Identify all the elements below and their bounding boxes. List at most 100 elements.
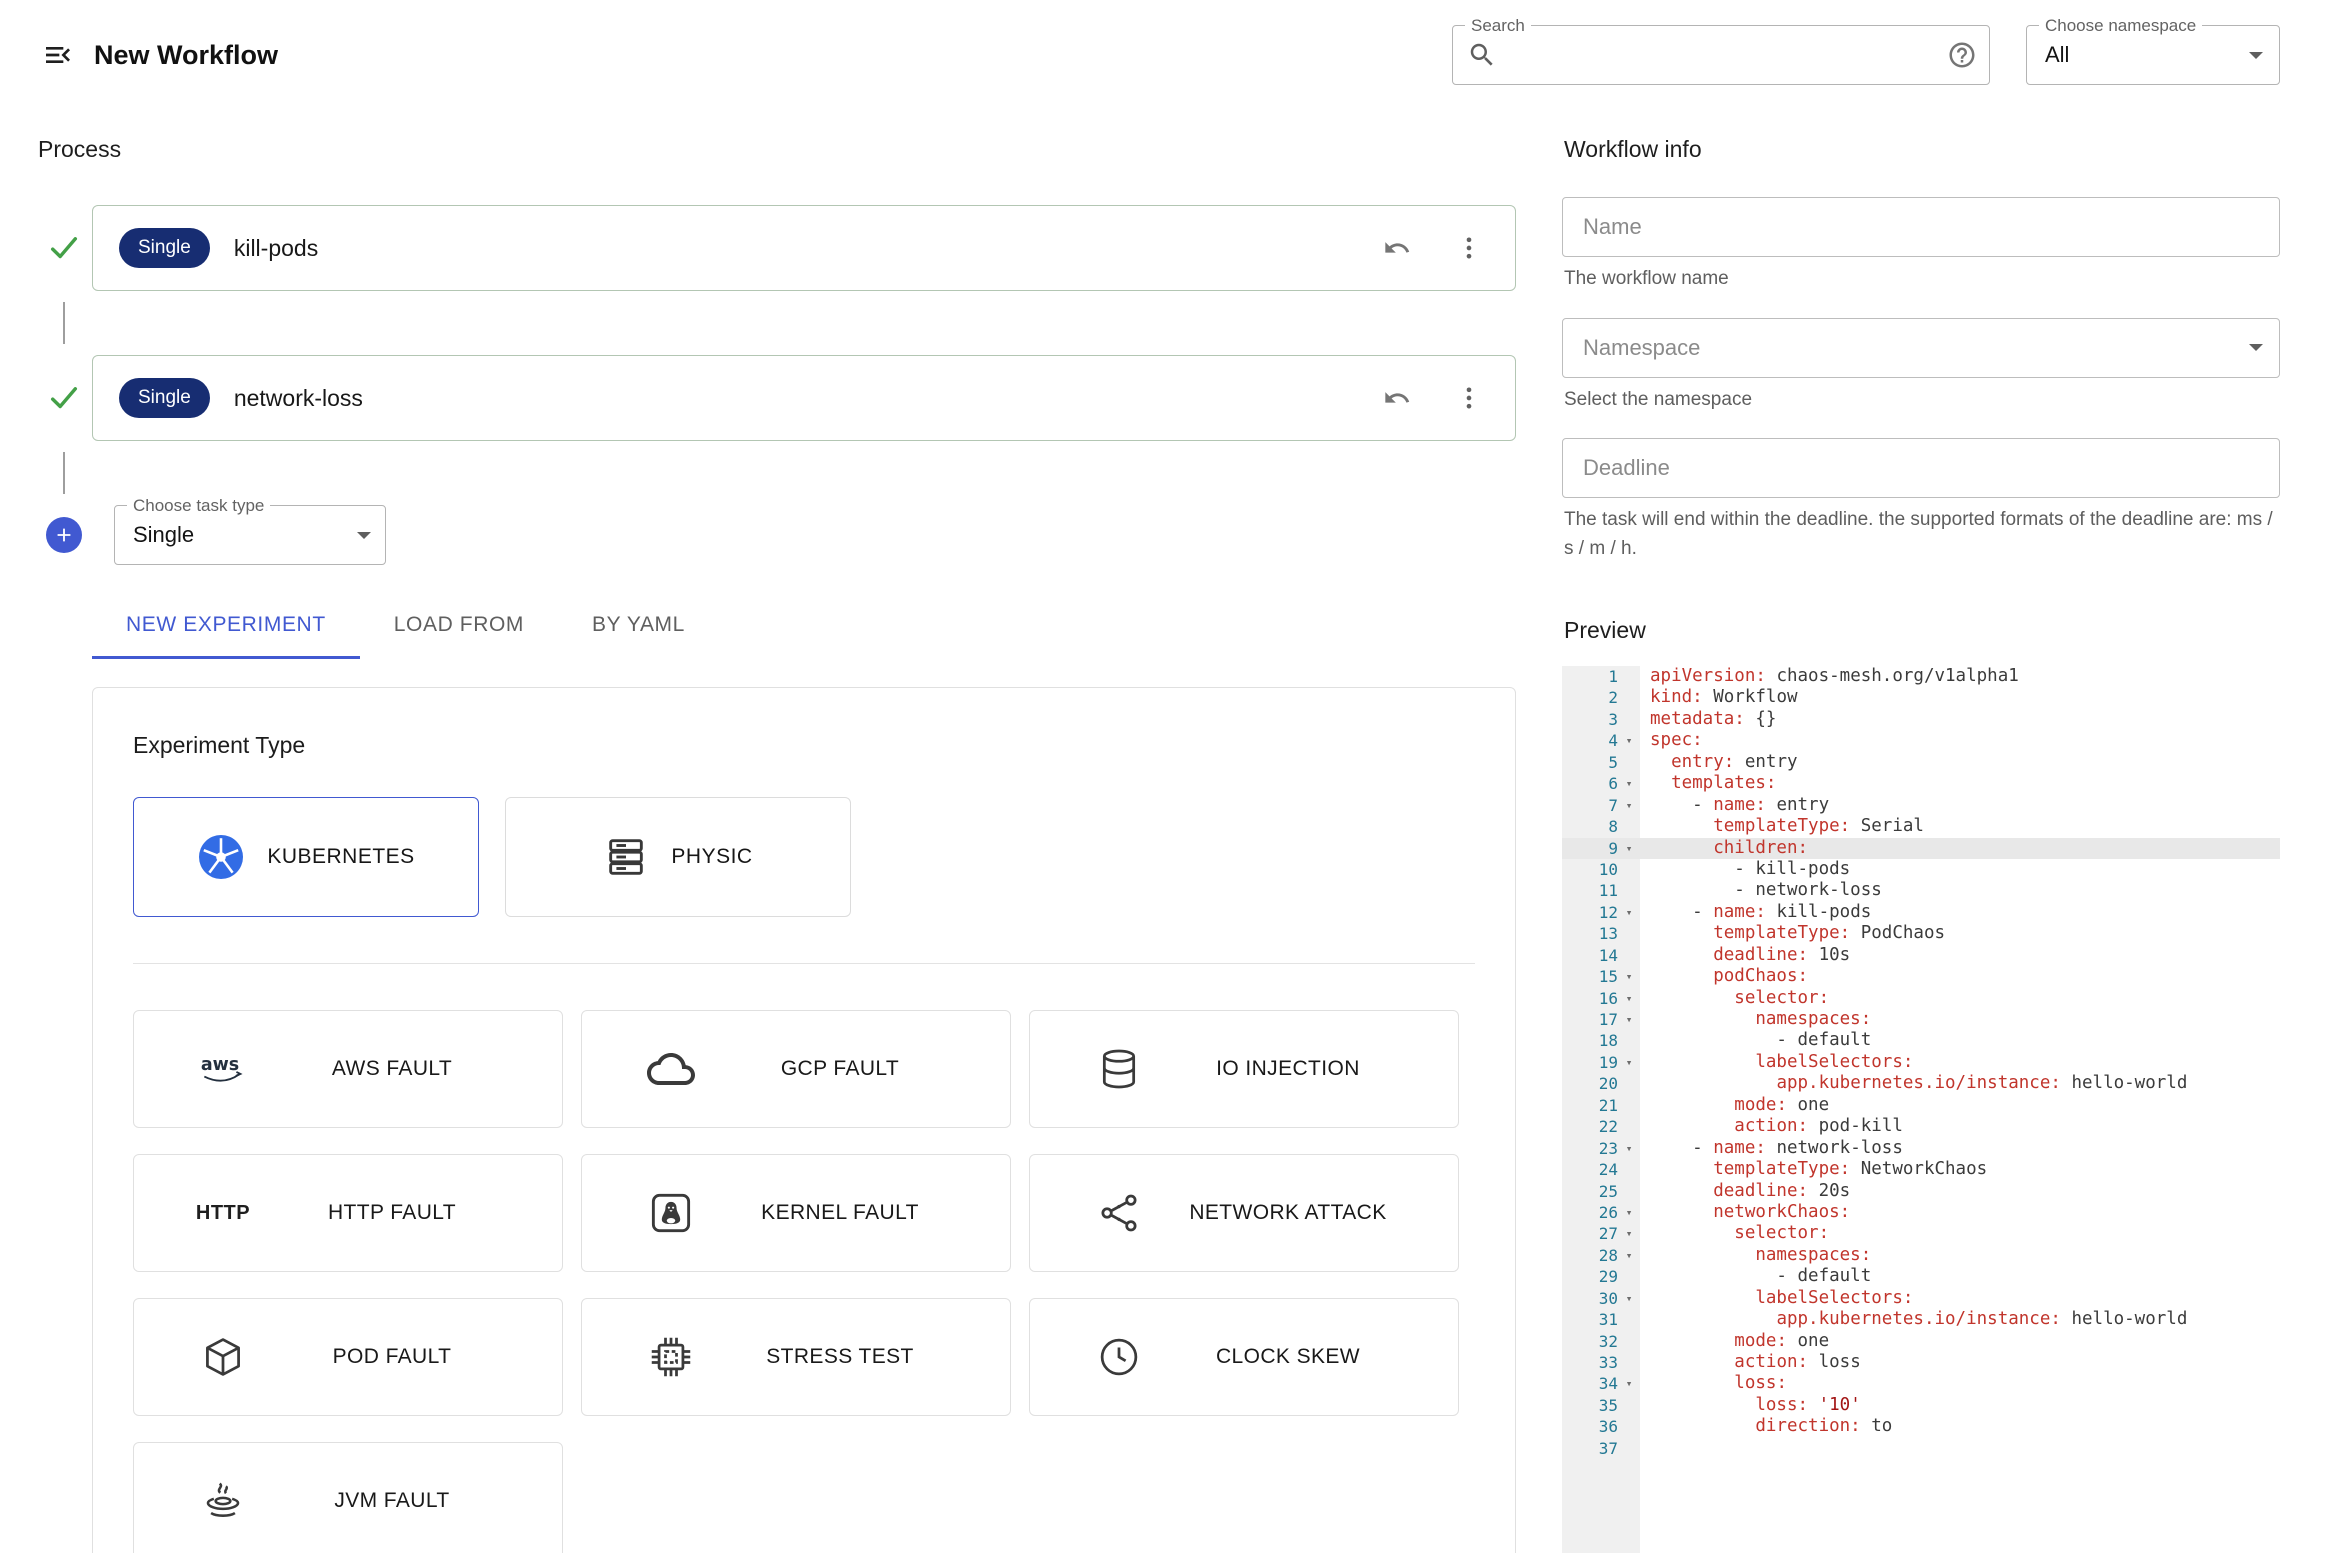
line-number: 1 (1562, 666, 1618, 687)
fold-arrow-icon[interactable]: ▾ (1618, 988, 1640, 1009)
code-line: 2kind: Workflow (1562, 687, 2280, 708)
tab-new-experiment[interactable]: NEW EXPERIMENT (92, 593, 360, 659)
code-line: 11 - network-loss (1562, 880, 2280, 901)
fold-arrow-icon[interactable]: ▾ (1618, 795, 1640, 816)
add-task-button[interactable] (46, 517, 82, 553)
experiment-type-kernel-fault[interactable]: KERNEL FAULT (581, 1154, 1011, 1272)
line-number: 12 (1562, 902, 1618, 923)
search-input[interactable] (1507, 30, 1947, 80)
code-line: 14 deadline: 10s (1562, 945, 2280, 966)
fold-arrow-icon[interactable]: ▾ (1618, 1373, 1640, 1394)
chevron-down-icon (2249, 52, 2263, 59)
experiment-type-label: AWS FAULT (256, 1057, 528, 1081)
undo-task-button[interactable] (1373, 224, 1421, 272)
deadline-field[interactable]: Deadline (1562, 438, 2280, 498)
aws-icon: aws (195, 1051, 251, 1087)
fold-arrow-icon (1618, 923, 1640, 944)
line-number: 15 (1562, 966, 1618, 987)
task-menu-button[interactable] (1445, 224, 1493, 272)
code-line: 23▾ - name: network-loss (1562, 1138, 2280, 1159)
code-line: 10 - kill-pods (1562, 859, 2280, 880)
experiment-type-aws-fault[interactable]: awsAWS FAULT (133, 1010, 563, 1128)
field-helper-text: Select the namespace (1564, 386, 2278, 415)
fold-arrow-icon[interactable]: ▾ (1618, 1009, 1640, 1030)
code-line: 5 entry: entry (1562, 752, 2280, 773)
clock-icon (1097, 1335, 1141, 1379)
workflow-fields: NameThe workflow name Namespace Select the… (1562, 197, 2280, 587)
line-number: 23 (1562, 1138, 1618, 1159)
task-name: network-loss (234, 385, 363, 412)
page-title: New Workflow (94, 40, 278, 71)
yaml-preview-editor[interactable]: 1apiVersion: chaos-mesh.org/v1alpha12kin… (1562, 666, 2280, 1553)
code-line: 36 direction: to (1562, 1416, 2280, 1437)
divider (133, 963, 1475, 964)
namespace-field[interactable]: Namespace (1562, 318, 2280, 378)
code-line: 26▾ networkChaos: (1562, 1202, 2280, 1223)
task-connector (36, 291, 1516, 355)
code-line: 29 - default (1562, 1266, 2280, 1287)
code-line: 21 mode: one (1562, 1095, 2280, 1116)
fold-arrow-icon (1618, 1159, 1640, 1180)
task-menu-button[interactable] (1445, 374, 1493, 422)
line-number: 37 (1562, 1438, 1618, 1459)
fold-arrow-icon[interactable]: ▾ (1618, 1052, 1640, 1073)
code-line: 31 app.kubernetes.io/instance: hello-wor… (1562, 1309, 2280, 1330)
fold-arrow-icon[interactable]: ▾ (1618, 1138, 1640, 1159)
tab-load-from[interactable]: LOAD FROM (360, 593, 558, 659)
code-line: 7▾ - name: entry (1562, 795, 2280, 816)
workflow-info-heading: Workflow info (1564, 136, 2280, 163)
name-field[interactable]: Name (1562, 197, 2280, 257)
namespace-select[interactable]: Choose namespace All (2026, 25, 2280, 85)
fold-arrow-icon[interactable]: ▾ (1618, 1245, 1640, 1266)
experiment-type-pod-fault[interactable]: POD FAULT (133, 1298, 563, 1416)
experiment-type-stress-test[interactable]: STRESS TEST (581, 1298, 1011, 1416)
fold-arrow-icon (1618, 687, 1640, 708)
line-number: 7 (1562, 795, 1618, 816)
fold-arrow-icon[interactable]: ▾ (1618, 730, 1640, 751)
line-number: 11 (1562, 880, 1618, 901)
tab-by-yaml[interactable]: BY YAML (558, 593, 719, 659)
fold-arrow-icon[interactable]: ▾ (1618, 773, 1640, 794)
undo-task-button[interactable] (1373, 374, 1421, 422)
search-field[interactable]: Search (1452, 25, 1990, 85)
plus-icon (53, 524, 75, 546)
task-row: Singlenetwork-loss (36, 355, 1516, 441)
experiment-type-clock-skew[interactable]: CLOCK SKEW (1029, 1298, 1459, 1416)
fold-arrow-icon[interactable]: ▾ (1618, 902, 1640, 923)
code-line: 24 templateType: NetworkChaos (1562, 1159, 2280, 1180)
experiment-type-jvm-fault[interactable]: JVM FAULT (133, 1442, 563, 1553)
line-number: 26 (1562, 1202, 1618, 1223)
platform-kubernetes-button[interactable]: KUBERNETES (133, 797, 479, 917)
fold-arrow-icon[interactable]: ▾ (1618, 838, 1640, 859)
help-icon[interactable] (1947, 40, 1977, 70)
experiment-type-network-attack[interactable]: NETWORK ATTACK (1029, 1154, 1459, 1272)
code-line: 27▾ selector: (1562, 1223, 2280, 1244)
fold-arrow-icon[interactable]: ▾ (1618, 1223, 1640, 1244)
experiment-type-http-fault[interactable]: HTTPHTTP FAULT (133, 1154, 563, 1272)
line-number: 13 (1562, 923, 1618, 944)
task-card-network-loss[interactable]: Singlenetwork-loss (92, 355, 1516, 441)
fold-arrow-icon (1618, 666, 1640, 687)
line-number: 21 (1562, 1095, 1618, 1116)
fold-arrow-icon[interactable]: ▾ (1618, 1288, 1640, 1309)
task-type-select[interactable]: Choose task type Single (114, 505, 386, 565)
experiment-type-gcp-fault[interactable]: GCP FAULT (581, 1010, 1011, 1128)
fold-arrow-icon (1618, 1395, 1640, 1416)
fold-arrow-icon (1618, 709, 1640, 730)
line-number: 36 (1562, 1416, 1618, 1437)
main-content: Process Singlekill-podsSinglenetwork-los… (0, 94, 2342, 1553)
line-number: 22 (1562, 1116, 1618, 1137)
line-number: 4 (1562, 730, 1618, 751)
experiment-type-io-injection[interactable]: IO INJECTION (1029, 1010, 1459, 1128)
task-card-kill-pods[interactable]: Singlekill-pods (92, 205, 1516, 291)
menu-open-button[interactable] (36, 33, 80, 77)
fold-arrow-icon (1618, 1266, 1640, 1287)
experiment-type-grid: awsAWS FAULTGCP FAULTIO INJECTIONHTTPHTT… (133, 1010, 1475, 1553)
fold-arrow-icon[interactable]: ▾ (1618, 1202, 1640, 1223)
line-number: 16 (1562, 988, 1618, 1009)
platform-physic-button[interactable]: PHYSIC (505, 797, 851, 917)
task-list: Singlekill-pods Singlenetwork-loss (36, 205, 1516, 505)
fold-arrow-icon[interactable]: ▾ (1618, 966, 1640, 987)
field-group-name: NameThe workflow name (1562, 197, 2280, 294)
fold-arrow-icon (1618, 1116, 1640, 1137)
